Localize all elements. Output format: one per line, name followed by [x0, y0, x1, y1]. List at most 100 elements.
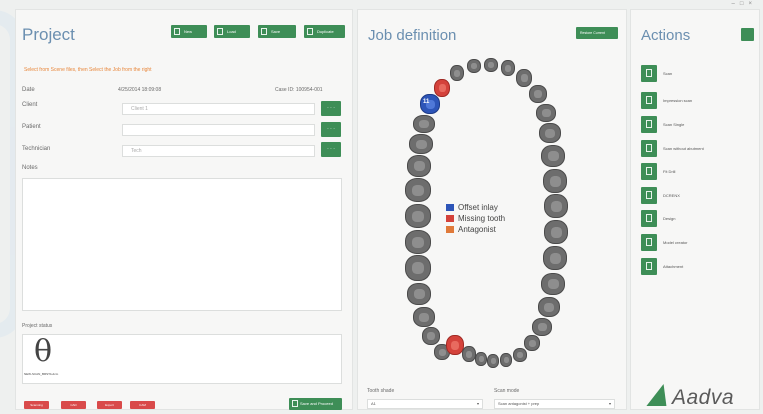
tooth[interactable]	[409, 134, 433, 154]
tooth[interactable]	[500, 353, 512, 367]
attachment-icon	[641, 258, 657, 275]
tooth[interactable]	[541, 273, 565, 295]
close-button[interactable]: ×	[748, 1, 757, 7]
patient-picker-button[interactable]: · · ·	[321, 122, 341, 137]
tooth-missing[interactable]	[434, 79, 450, 97]
tooth[interactable]	[450, 65, 464, 81]
duplicate-icon	[307, 28, 313, 35]
legend-offset-inlay: Offset inlay	[446, 203, 498, 212]
tooth[interactable]	[413, 307, 435, 327]
tooth[interactable]	[413, 115, 435, 133]
save-and-proceed-button[interactable]: Save and Proceed	[289, 398, 342, 410]
tooth[interactable]	[544, 220, 568, 244]
tab-cad[interactable]: CAD	[61, 401, 86, 409]
tooth-shade-value: A1	[371, 401, 376, 406]
load-button[interactable]: Load	[214, 25, 250, 38]
new-button[interactable]: New	[171, 25, 207, 38]
project-hint: Select from Scene files, then Select the…	[24, 67, 152, 73]
notes-textarea[interactable]	[22, 178, 342, 311]
tooth[interactable]	[405, 178, 431, 202]
legend-offset-inlay-label: Offset inlay	[458, 203, 498, 212]
tab-export[interactable]: Export	[97, 401, 122, 409]
technician-picker-button[interactable]: · · ·	[321, 142, 341, 157]
tooth[interactable]	[541, 145, 565, 167]
tooth[interactable]	[516, 69, 532, 87]
impression-scan-icon	[641, 92, 657, 109]
action-impression-scan-label: Impression scan	[663, 98, 693, 103]
legend-swatch-red	[446, 215, 454, 222]
legend-missing-tooth: Missing tooth	[446, 214, 505, 223]
tab-scanning[interactable]: Scanning	[24, 401, 49, 409]
save-and-proceed-label: Save and Proceed	[300, 401, 333, 406]
technician-field[interactable]: Tech	[122, 145, 315, 157]
brand-logo: Aadva	[672, 386, 735, 409]
scan-mode-value: Scan antagonist + prep	[498, 401, 540, 406]
scan-single-icon	[641, 116, 657, 133]
chevron-down-icon: ▾	[608, 401, 611, 406]
actions-menu-button[interactable]	[741, 28, 754, 41]
scan-file-icon[interactable]: θ	[34, 334, 52, 370]
tooth[interactable]	[462, 346, 476, 362]
tab-cam[interactable]: CAM	[130, 401, 155, 409]
scan-icon	[641, 65, 657, 82]
tooth[interactable]	[405, 255, 431, 281]
save-button[interactable]: Save	[258, 25, 296, 38]
tooth[interactable]	[405, 204, 431, 228]
tooth[interactable]	[422, 327, 440, 345]
technician-label: Technician	[22, 146, 51, 152]
tooth[interactable]	[405, 230, 431, 254]
legend-antagonist-label: Antagonist	[458, 225, 496, 234]
scan-file-name: NEW-SCAN_BRSTA.dcm	[24, 372, 59, 376]
tooth[interactable]	[543, 169, 567, 193]
duplicate-button-label: Duplicate	[317, 29, 334, 34]
project-status-area	[22, 334, 342, 384]
dcrenx-icon	[641, 187, 657, 204]
client-label: Client	[22, 102, 38, 108]
tooth[interactable]	[538, 297, 560, 317]
tooth[interactable]	[524, 335, 540, 351]
case-id: Case ID: 100954-001	[275, 87, 323, 93]
selected-tooth-label: 11	[423, 99, 430, 105]
action-attachment-label: Attachment	[663, 264, 684, 269]
fit-drill-icon	[641, 163, 657, 180]
tooth[interactable]	[539, 123, 561, 143]
legend-swatch-blue	[446, 204, 454, 211]
action-dcrenx-label: DCRENX	[663, 193, 680, 198]
tooth[interactable]	[484, 58, 498, 72]
scan-without-abutment-icon	[641, 140, 657, 157]
tooth-shade-label: Tooth shade	[367, 388, 395, 394]
new-button-label: New	[184, 29, 193, 34]
project-title: Project	[22, 25, 75, 44]
load-button-label: Load	[227, 29, 236, 34]
tooth-shade-select[interactable]: A1 ▾	[367, 399, 483, 409]
action-scan-without-abutment-label: Scan without abutment	[663, 146, 704, 151]
save-icon	[292, 400, 298, 407]
tooth[interactable]	[487, 354, 499, 368]
action-design-label: Design	[663, 216, 676, 221]
client-field[interactable]: Client 1	[122, 103, 315, 115]
tooth[interactable]	[544, 194, 568, 218]
tooth[interactable]	[536, 104, 556, 122]
tooth[interactable]	[501, 60, 515, 76]
tooth[interactable]	[467, 59, 481, 73]
minimize-button[interactable]: –	[732, 1, 740, 7]
tooth[interactable]	[529, 85, 547, 103]
tooth[interactable]	[475, 352, 487, 366]
legend-swatch-orange	[446, 226, 454, 233]
duplicate-button[interactable]: Duplicate	[304, 25, 345, 38]
scan-mode-select[interactable]: Scan antagonist + prep ▾	[494, 399, 615, 409]
tooth[interactable]	[513, 348, 527, 362]
tooth[interactable]	[532, 318, 552, 336]
save-icon	[261, 28, 267, 35]
patient-field[interactable]	[122, 124, 315, 136]
action-scan-label: Scan	[663, 71, 673, 76]
design-icon	[641, 210, 657, 227]
action-model-creator-label: Model creator	[663, 240, 688, 245]
tooth[interactable]	[407, 155, 431, 177]
tooth[interactable]	[407, 283, 431, 305]
file-icon	[174, 28, 180, 35]
client-picker-button[interactable]: · · ·	[321, 101, 341, 116]
restore-current-button[interactable]: Restore Current	[576, 27, 618, 39]
tooth[interactable]	[543, 246, 567, 270]
job-definition-title: Job definition	[368, 27, 457, 44]
